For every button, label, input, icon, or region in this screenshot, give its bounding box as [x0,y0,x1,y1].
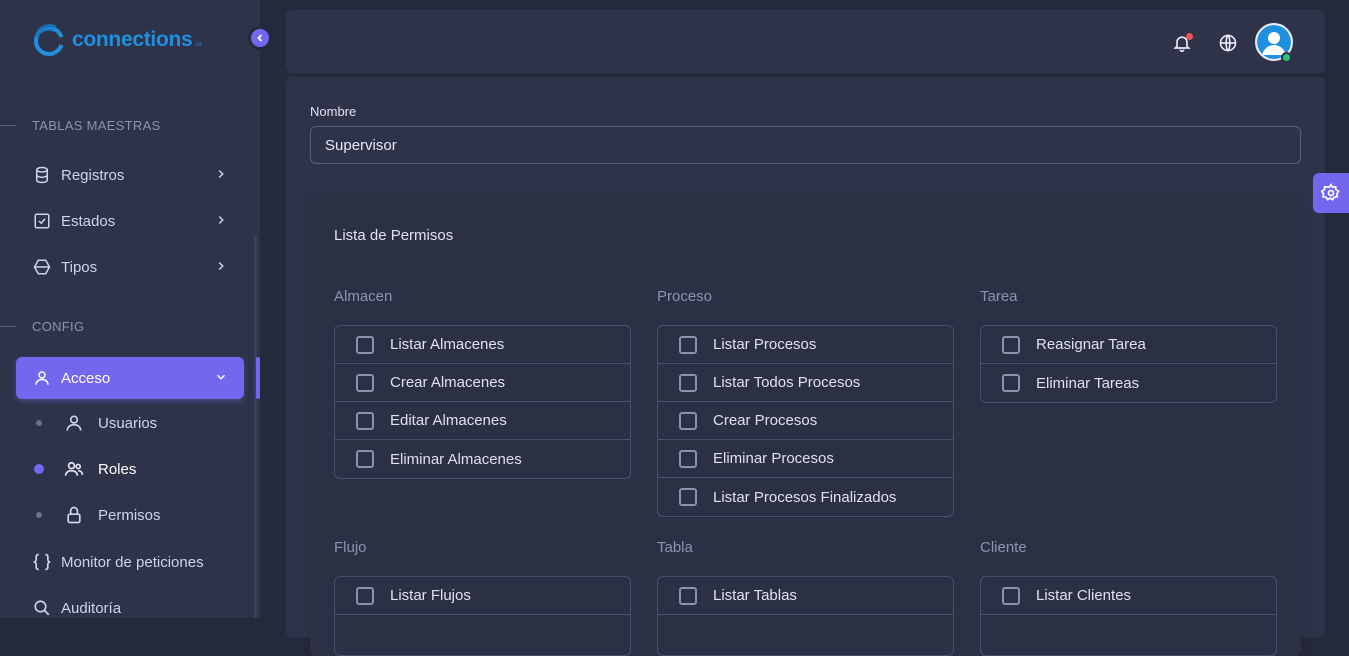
chevron-right-icon [218,169,224,179]
sidebar-item-label: Registros [61,166,125,184]
user-icon [64,413,84,433]
permission-group-cliente: Listar Clientes [980,576,1277,656]
permission-checkbox[interactable] [679,335,697,354]
permission-row[interactable]: Listar Flujos [335,577,630,615]
permission-row[interactable]: Listar Clientes [981,577,1276,615]
sidebar-subitem-label: Usuarios [98,414,158,432]
sidebar-subitem-permisos[interactable]: Permisos [16,495,244,535]
permission-row[interactable]: Listar Tablas [658,577,953,615]
sidebar-subitem-label: Permisos [98,506,161,524]
group-title-tabla: Tabla [657,539,693,556]
sidebar-item-label: Auditoría [61,599,122,617]
permission-checkbox[interactable] [679,488,697,506]
bullet-dot [36,512,42,518]
permissions-card: Lista de Permisos Almacen Proceso Tarea … [310,196,1301,656]
sidebar-item-tipos[interactable]: Tipos [16,246,244,288]
permission-checkbox[interactable] [1002,335,1020,354]
permission-checkbox[interactable] [356,586,374,605]
permission-checkbox[interactable] [679,449,697,468]
permission-row[interactable]: Reasignar Tarea [981,326,1276,364]
chevron-right-icon [218,261,224,271]
chevron-down-icon [216,374,226,380]
online-status-dot [1281,52,1292,63]
notifications-button[interactable] [1171,32,1193,54]
gear-icon [1321,183,1340,201]
sidebar-item-acceso[interactable]: Acceso [16,357,244,399]
permission-checkbox[interactable] [356,411,374,430]
permission-checkbox[interactable] [679,373,697,392]
group-title-flujo: Flujo [334,539,367,556]
sidebar-subitem-roles[interactable]: Roles [16,449,244,489]
globe-icon [1219,34,1237,52]
permission-group-tabla: Listar Tablas [657,576,954,656]
sidebar: connections co TABLAS MAESTRAS Registros… [0,0,260,618]
permission-checkbox[interactable] [1002,374,1020,392]
theme-settings-button[interactable] [1313,173,1349,213]
checkbox-icon [32,211,52,231]
sidebar-scrollbar-thumb[interactable] [256,357,260,399]
permission-checkbox[interactable] [679,586,697,605]
group-title-tarea: Tarea [980,288,1018,305]
permission-group-flujo: Listar Flujos [334,576,631,656]
permission-row[interactable]: Editar Almacenes [335,402,630,440]
permission-checkbox[interactable] [1002,586,1020,605]
search-icon [32,598,52,618]
bullet-dot [36,420,42,426]
sidebar-item-label: Tipos [61,258,98,276]
permission-checkbox[interactable] [356,373,374,392]
lock-icon [64,505,84,525]
permission-row[interactable]: Eliminar Almacenes [335,440,630,478]
brand-suffix: co [195,42,202,48]
permission-group-proceso: Listar Procesos Listar Todos Procesos Cr… [657,325,954,517]
group-title-proceso: Proceso [657,288,713,305]
user-icon [32,368,52,388]
chevron-right-icon [218,215,224,225]
permission-checkbox[interactable] [679,411,697,430]
sidebar-item-estados[interactable]: Estados [16,200,244,242]
permission-row[interactable]: Eliminar Procesos [658,440,953,478]
sidebar-item-label: Monitor de peticiones [61,553,204,571]
language-button[interactable] [1217,32,1239,54]
logo-mark-icon [34,24,70,56]
sidebar-item-registros[interactable]: Registros [16,154,244,196]
permission-row[interactable]: Listar Todos Procesos [658,364,953,402]
braces-icon [32,552,52,572]
name-label: Nombre [310,104,357,119]
section-tablas-maestras: TABLAS MAESTRAS [0,118,161,133]
sidebar-subitem-usuarios[interactable]: Usuarios [16,403,244,443]
permission-group-almacen: Listar Almacenes Crear Almacenes Editar … [334,325,631,479]
collapse-sidebar-button[interactable] [248,26,272,50]
sidebar-scrollbar-track[interactable] [254,235,257,618]
brand-name: connections [72,28,193,51]
permissions-title: Lista de Permisos [334,227,454,244]
sidebar-item-label: Estados [61,212,116,230]
permission-row[interactable]: Listar Procesos Finalizados [658,478,953,516]
section-config: CONFIG [0,319,84,334]
name-input[interactable] [310,126,1301,164]
permission-checkbox[interactable] [356,335,374,354]
sidebar-item-monitor[interactable]: Monitor de peticiones [16,541,244,583]
permission-row[interactable]: Crear Almacenes [335,364,630,402]
sidebar-item-auditoria[interactable]: Auditoría [16,587,244,629]
active-bullet-dot [34,464,44,474]
group-title-almacen: Almacen [334,288,393,305]
group-title-cliente: Cliente [980,539,1027,556]
topbar [286,10,1325,73]
permission-row[interactable]: Eliminar Tareas [981,364,1276,402]
permission-group-tarea: Reasignar Tarea Eliminar Tareas [980,325,1277,403]
sidebar-item-label: Acceso [61,369,111,387]
permission-row[interactable]: Crear Procesos [658,402,953,440]
database-icon [32,165,52,185]
sidebar-subitem-label: Roles [98,460,137,478]
chevron-left-icon [257,34,263,42]
users-icon [64,459,84,479]
permission-row[interactable]: Listar Procesos [658,326,953,364]
notification-badge [1186,33,1193,40]
permission-row[interactable]: Listar Almacenes [335,326,630,364]
hexagon-icon [32,257,52,277]
permission-checkbox[interactable] [356,450,374,468]
brand-logo[interactable]: connections co [32,20,202,60]
role-form-card: Nombre Lista de Permisos Almacen Proceso… [286,77,1325,656]
